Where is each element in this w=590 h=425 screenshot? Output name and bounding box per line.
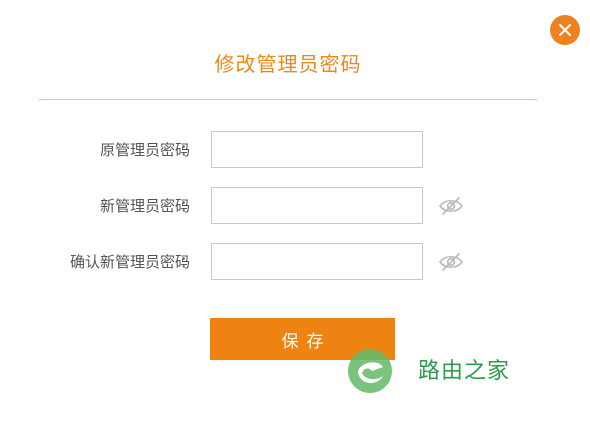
new-password-label: 新管理员密码	[99, 197, 190, 215]
close-button[interactable]	[550, 15, 580, 45]
confirm-password-input[interactable]	[211, 243, 423, 280]
eye-hidden-icon	[439, 197, 463, 215]
form-row-old-password: 原管理员密码 ：	[0, 131, 590, 169]
watermark-text: 路由之家	[418, 359, 511, 384]
new-password-input[interactable]	[211, 187, 423, 224]
eye-hidden-icon	[439, 253, 463, 271]
dialog-title: 修改管理员密码	[214, 52, 362, 76]
title-divider	[39, 99, 537, 100]
save-button[interactable]: 保存	[210, 318, 395, 360]
old-password-label: 原管理员密码	[99, 141, 190, 159]
old-password-colon: ：	[180, 141, 196, 159]
confirm-password-label: 确认新管理员密码	[69, 253, 190, 271]
change-admin-password-dialog: 修改管理员密码 原管理员密码 ： 新管理员密码 ： 确认新管理员密码 ： 保存 …	[0, 0, 590, 425]
new-password-colon: ：	[180, 197, 196, 215]
form-row-confirm-password: 确认新管理员密码 ：	[0, 243, 590, 281]
old-password-input[interactable]	[211, 131, 423, 168]
confirm-password-visibility-toggle[interactable]	[437, 251, 465, 273]
close-icon	[559, 24, 571, 36]
form-row-new-password: 新管理员密码 ：	[0, 187, 590, 225]
new-password-visibility-toggle[interactable]	[437, 195, 465, 217]
confirm-password-colon: ：	[180, 253, 196, 271]
